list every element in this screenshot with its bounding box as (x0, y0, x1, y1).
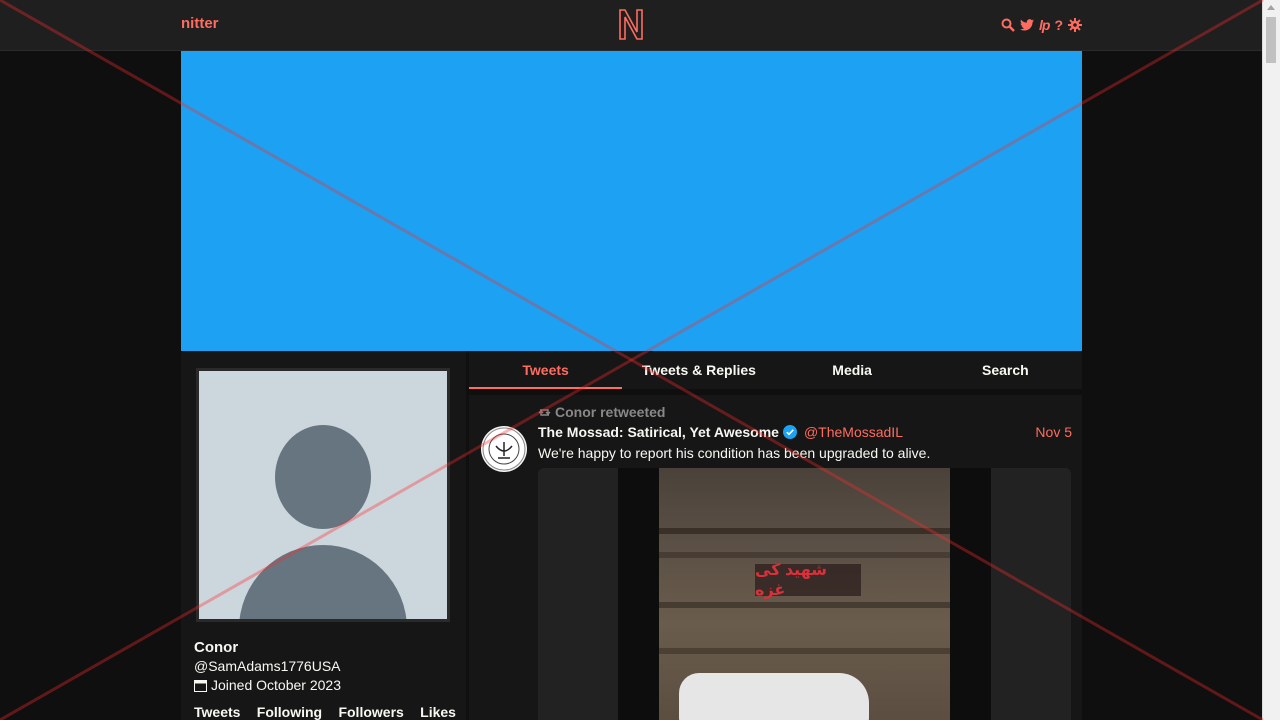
video-caption: شهید کی غزه (755, 562, 861, 599)
twitter-bird-icon[interactable] (1019, 18, 1034, 32)
video-thumbnail[interactable]: شهید کی غزه (659, 468, 950, 720)
tweet-date[interactable]: Nov 5 (1035, 424, 1072, 440)
carpet-stripe (659, 552, 950, 558)
timeline-item[interactable]: Conor retweeted The Mossad: Satirical, Y… (469, 395, 1082, 720)
scrollbar-thumb[interactable] (1266, 17, 1276, 63)
carpet-stripe (659, 528, 950, 534)
profile-stats: Tweets Following Followers Likes (194, 704, 456, 720)
tab-tweets-replies[interactable]: Tweets & Replies (622, 351, 775, 389)
lp-icon[interactable]: lp (1039, 18, 1050, 32)
default-avatar-icon (239, 425, 407, 619)
profile-card: Conor @SamAdams1776USA Joined October 20… (181, 351, 466, 720)
nitter-logo-icon[interactable] (617, 7, 645, 41)
tweet-author-avatar[interactable] (481, 426, 527, 472)
mossad-seal-icon (482, 427, 526, 471)
tweet-username[interactable]: @TheMossadIL (804, 424, 903, 440)
stat-following[interactable]: Following (257, 704, 322, 720)
settings-gear-icon[interactable] (1068, 18, 1082, 32)
scroll-up-arrow-icon[interactable] (1267, 5, 1275, 10)
stat-tweets[interactable]: Tweets (194, 704, 240, 720)
stat-followers[interactable]: Followers (338, 704, 403, 720)
carpet-stripe (659, 602, 950, 608)
tab-tweets[interactable]: Tweets (469, 351, 623, 389)
top-navbar: nitter lp ? (0, 0, 1263, 51)
page-scrollbar[interactable] (1262, 0, 1280, 720)
tab-search[interactable]: Search (929, 351, 1082, 389)
profile-avatar[interactable] (196, 368, 450, 622)
nav-icons: lp ? (1001, 15, 1082, 35)
help-icon[interactable]: ? (1054, 18, 1063, 32)
retweet-label: Conor retweeted (555, 404, 666, 420)
profile-joined: Joined October 2023 (194, 677, 341, 693)
joined-date: Joined October 2023 (211, 677, 341, 693)
tab-media[interactable]: Media (776, 351, 929, 389)
calendar-icon (194, 679, 207, 692)
stat-likes[interactable]: Likes (420, 704, 456, 720)
tweet-text: We're happy to report his condition has … (538, 445, 931, 461)
video-frame: شهید کی غزه (618, 468, 991, 720)
search-icon[interactable] (1001, 18, 1015, 32)
profile-banner[interactable] (181, 51, 1082, 351)
profile-handle[interactable]: @SamAdams1776USA (194, 658, 341, 674)
tweet-header: The Mossad: Satirical, Yet Awesome @TheM… (538, 423, 1072, 441)
brand-link[interactable]: nitter (181, 15, 219, 32)
verified-badge-icon (782, 425, 797, 439)
tweet-media[interactable]: شهید کی غزه (538, 468, 1071, 720)
profile-name[interactable]: Conor (194, 639, 238, 656)
retweet-header: Conor retweeted (538, 404, 665, 420)
carpet-stripe (659, 648, 950, 654)
video-subject (679, 673, 869, 720)
tweet-fullname[interactable]: The Mossad: Satirical, Yet Awesome (538, 424, 779, 440)
timeline-tabs: Tweets Tweets & Replies Media Search (469, 351, 1082, 389)
retweet-icon (538, 408, 551, 416)
